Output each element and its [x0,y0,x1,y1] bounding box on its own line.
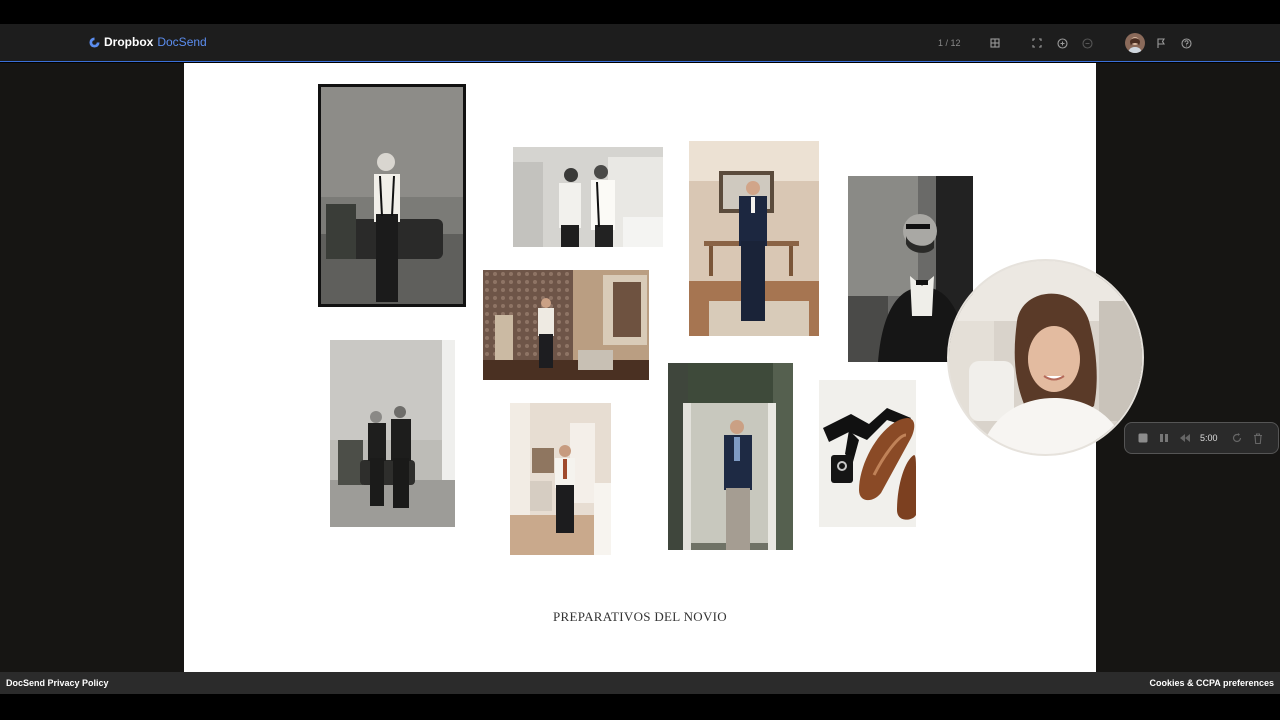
rewind-icon[interactable] [1179,432,1191,444]
stop-recording-icon[interactable] [1137,432,1149,444]
fullscreen-icon[interactable] [1029,35,1045,51]
grid-icon[interactable] [987,35,1003,51]
help-icon[interactable] [1178,35,1194,51]
photo-groom-doorway-navy [668,363,793,550]
zoom-out-icon[interactable] [1079,35,1095,51]
brand-logo[interactable]: Dropbox DocSend [89,35,207,49]
restart-icon[interactable] [1231,432,1243,444]
footer-bar: DocSend Privacy Policy Cookies & CCPA pr… [0,672,1280,694]
pause-icon[interactable] [1158,432,1170,444]
presenter-webcam-bubble[interactable] [947,259,1144,456]
privacy-policy-link[interactable]: DocSend Privacy Policy [6,678,109,688]
recording-controls: 5:00 [1124,422,1279,454]
photo-groom-suspenders-bw [318,84,466,307]
brand-product: DocSend [157,35,207,49]
photo-two-men-courtyard-bw [330,340,455,527]
photo-groom-patterned-wallpaper-room [483,270,649,380]
photo-groom-mirror-tie [510,403,611,555]
slide-caption: PREPARATIVOS DEL NOVIO [553,609,727,624]
cookies-preferences-link[interactable]: Cookies & CCPA preferences [1149,678,1274,688]
photo-groom-navy-suit-portrait [689,141,819,336]
photo-groom-and-father-bw [513,147,663,247]
screen: Dropbox DocSend 1 / 12 PREPARATIVOS DEL … [0,0,1280,720]
toolbar-controls: 1 / 12 [938,32,1194,54]
photo-bowtie-rings-loafers [819,380,916,527]
brand-name: Dropbox [104,35,154,49]
trash-icon[interactable] [1252,432,1264,444]
page-counter: 1 / 12 [938,38,961,48]
top-toolbar: Dropbox DocSend 1 / 12 [0,24,1280,62]
recording-timer: 5:00 [1200,433,1218,443]
flag-icon[interactable] [1153,35,1169,51]
viewer-avatar[interactable] [1125,33,1145,53]
zoom-in-icon[interactable] [1054,35,1070,51]
dropbox-logo-icon [89,36,100,48]
